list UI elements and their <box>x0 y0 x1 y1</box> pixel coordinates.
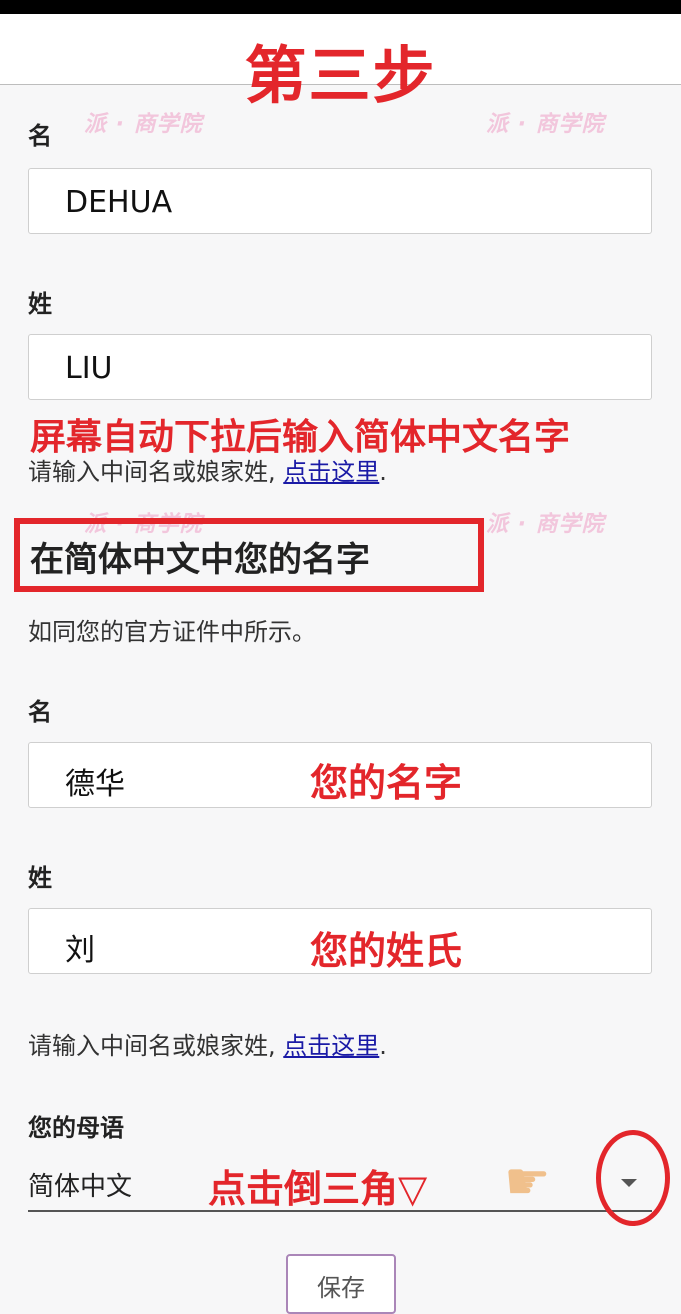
annotation-click-triangle: 点击倒三角▽ <box>208 1167 428 1211</box>
chinese-middle-name-link[interactable]: 点击这里 <box>283 1032 379 1060</box>
chinese-last-name-value: 刘 <box>65 933 95 968</box>
first-name-input[interactable]: DEHUA <box>28 168 652 234</box>
annotation-your-first-name: 您的名字 <box>310 761 463 805</box>
pointing-hand-icon: ☛ <box>504 1152 551 1212</box>
first-name-label: 名 <box>28 122 52 150</box>
section-subtitle: 如同您的官方证件中所示。 <box>28 618 316 646</box>
native-language-label: 您的母语 <box>28 1114 124 1142</box>
middle-name-help-text: 请输入中间名或娘家姓, <box>28 458 276 486</box>
native-language-select[interactable]: 简体中文 <box>28 1166 132 1203</box>
last-name-label: 姓 <box>28 290 52 318</box>
annotation-your-surname: 您的姓氏 <box>310 929 463 973</box>
chinese-last-name-label: 姓 <box>28 864 52 892</box>
first-name-value: DEHUA <box>65 185 173 220</box>
chinese-first-name-value: 德华 <box>65 767 125 802</box>
highlight-circle <box>596 1130 670 1226</box>
watermark: 派 · 商学院 <box>486 112 605 137</box>
watermark: 派 · 商学院 <box>84 112 203 137</box>
step-title: 第三步 <box>244 39 437 112</box>
last-name-input[interactable]: LIU <box>28 334 652 400</box>
chinese-middle-name-help: 请输入中间名或娘家姓, 点击这里. <box>28 1032 387 1060</box>
middle-name-help: 请输入中间名或娘家姓, 点击这里. <box>28 458 387 486</box>
save-button[interactable]: 保存 <box>286 1254 396 1314</box>
chinese-middle-name-help-text: 请输入中间名或娘家姓, <box>28 1032 276 1060</box>
highlight-box <box>14 518 484 592</box>
last-name-value: LIU <box>65 351 113 386</box>
middle-name-link[interactable]: 点击这里 <box>283 458 379 486</box>
watermark: 派 · 商学院 <box>486 512 605 537</box>
chinese-first-name-label: 名 <box>28 698 52 726</box>
status-bar <box>0 0 681 14</box>
